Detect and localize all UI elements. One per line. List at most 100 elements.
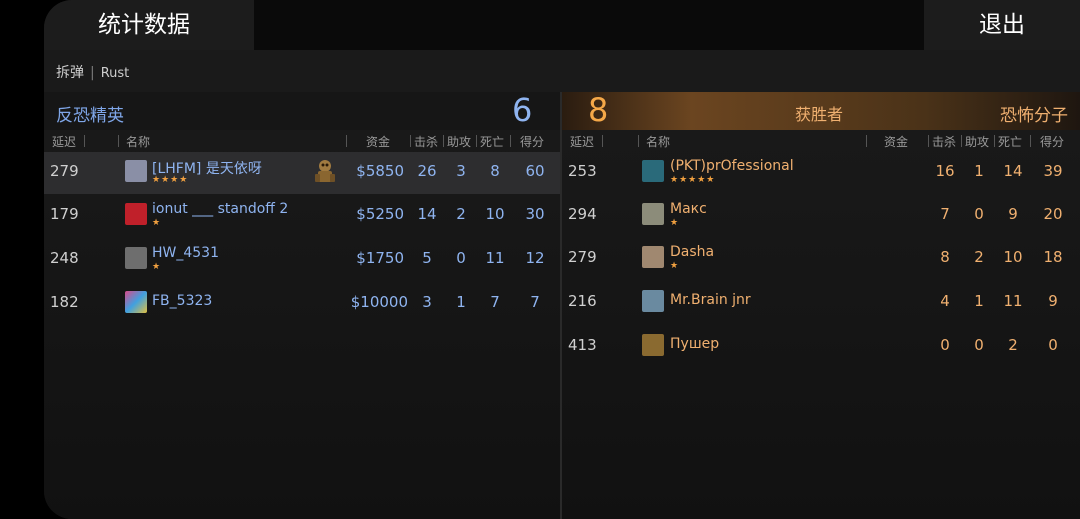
player-kills: 0 <box>940 336 950 354</box>
player-avatar <box>642 334 664 356</box>
player-score: 39 <box>1043 162 1063 180</box>
player-avatar <box>125 247 147 269</box>
player-score: 18 <box>1043 248 1063 266</box>
col-divider <box>510 135 511 147</box>
col-divider <box>638 135 639 147</box>
col-divider <box>84 135 85 147</box>
col-divider <box>602 135 603 147</box>
page-title: 统计数据 <box>44 0 254 50</box>
player-name: (PKT)prOfessional <box>670 158 794 174</box>
player-assists: 1 <box>974 292 984 310</box>
col-kills: 击杀 <box>932 135 957 149</box>
player-score: 20 <box>1043 205 1063 223</box>
player-ping: 216 <box>568 292 597 310</box>
col-divider <box>346 135 347 147</box>
t-player-row[interactable]: 279 Dasha ★ 8 2 10 18 <box>562 238 1080 280</box>
player-assists: 0 <box>974 205 984 223</box>
player-name: Макс <box>670 201 707 217</box>
player-money: $10000 <box>350 293 408 311</box>
col-assists: 助攻 <box>447 135 472 149</box>
player-avatar <box>642 160 664 182</box>
player-score: 30 <box>525 205 545 223</box>
player-deaths: 11 <box>485 249 505 267</box>
separator: | <box>90 65 95 81</box>
t-team-name: 恐怖分子 <box>1000 106 1068 126</box>
player-avatar <box>125 160 147 182</box>
player-kills: 3 <box>422 293 432 311</box>
col-divider <box>118 135 119 147</box>
player-deaths: 10 <box>485 205 505 223</box>
game-mode: 拆弹 <box>56 65 84 81</box>
player-assists: 2 <box>456 205 466 223</box>
col-score: 得分 <box>1040 135 1065 149</box>
ct-player-row[interactable]: 182 FB_5323 $10000 3 1 7 7 <box>44 283 560 325</box>
player-kills: 16 <box>935 162 955 180</box>
player-kills: 14 <box>417 205 437 223</box>
player-assists: 3 <box>456 162 466 180</box>
player-rank-stars: ★ <box>152 218 162 228</box>
t-team-panel: 8 获胜者 恐怖分子 延迟 名称 资金 击杀 助攻 死亡 得分 253 (PKT… <box>562 91 1080 519</box>
player-kills: 7 <box>940 205 950 223</box>
player-deaths: 9 <box>1008 205 1018 223</box>
player-avatar <box>642 290 664 312</box>
player-assists: 2 <box>974 248 984 266</box>
col-divider <box>443 135 444 147</box>
player-score: 0 <box>1048 336 1058 354</box>
t-player-row[interactable]: 253 (PKT)prOfessional ★★★★★ 16 1 14 39 <box>562 152 1080 194</box>
player-assists: 0 <box>974 336 984 354</box>
player-score: 60 <box>525 162 545 180</box>
player-rank-stars: ★ <box>670 218 680 228</box>
player-deaths: 2 <box>1008 336 1018 354</box>
t-player-row[interactable]: 294 Макс ★ 7 0 9 20 <box>562 195 1080 237</box>
col-ping: 延迟 <box>570 135 595 149</box>
player-score: 12 <box>525 249 545 267</box>
player-ping: 279 <box>50 162 79 180</box>
player-ping: 179 <box>50 205 79 223</box>
col-divider <box>994 135 995 147</box>
col-kills: 击杀 <box>414 135 439 149</box>
player-deaths: 11 <box>1003 292 1023 310</box>
col-assists: 助攻 <box>965 135 990 149</box>
col-name: 名称 <box>646 135 671 149</box>
scoreboard-window: 统计数据 退出 拆弹 | Rust 反恐精英 6 延迟 名称 资金 击杀 助攻 死亡… <box>44 0 1080 519</box>
ct-player-row[interactable]: 179 ionut ___ standoff 2 ★ $5250 14 2 10… <box>44 195 560 237</box>
player-money: $1750 <box>356 249 404 267</box>
col-score: 得分 <box>520 135 545 149</box>
col-money: 资金 <box>366 135 391 149</box>
exit-button[interactable]: 退出 <box>924 0 1080 50</box>
player-ping: 279 <box>568 248 597 266</box>
col-divider <box>476 135 477 147</box>
player-avatar <box>125 291 147 313</box>
col-divider <box>866 135 867 147</box>
player-name: FB_5323 <box>152 293 213 309</box>
ct-team-panel: 反恐精英 6 延迟 名称 资金 击杀 助攻 死亡 得分 279 [LHFM] 是… <box>44 91 560 519</box>
col-divider <box>928 135 929 147</box>
player-score: 9 <box>1048 292 1058 310</box>
map-name: Rust <box>100 66 130 81</box>
player-rank-stars: ★★★★ <box>152 175 189 185</box>
ct-team-header: 反恐精英 6 <box>44 91 560 130</box>
col-divider <box>1030 135 1031 147</box>
player-name: Dasha <box>670 244 715 260</box>
ct-column-header: 延迟 名称 资金 击杀 助攻 死亡 得分 <box>44 130 560 150</box>
player-deaths: 10 <box>1003 248 1023 266</box>
player-avatar <box>642 246 664 268</box>
player-assists: 1 <box>456 293 466 311</box>
player-kills: 8 <box>940 248 950 266</box>
player-deaths: 14 <box>1003 162 1023 180</box>
player-money: $5850 <box>356 162 404 180</box>
player-name: ionut ___ standoff 2 <box>152 201 289 217</box>
col-ping: 延迟 <box>52 135 77 149</box>
ct-player-row[interactable]: 279 [LHFM] 是天依呀 ★★★★ $5850 26 3 8 60 <box>44 152 560 194</box>
match-info: 拆弹 | Rust <box>56 62 129 82</box>
player-kills: 4 <box>940 292 950 310</box>
t-player-row[interactable]: 413 Пушер 0 0 2 0 <box>562 326 1080 368</box>
player-avatar <box>642 203 664 225</box>
player-rank-stars: ★ <box>152 262 162 272</box>
t-player-row[interactable]: 216 Mr.Brain jnr 4 1 11 9 <box>562 282 1080 324</box>
player-name: HW_4531 <box>152 245 219 261</box>
ct-team-name: 反恐精英 <box>56 106 124 126</box>
winner-label: 获胜者 <box>795 105 844 124</box>
ct-player-row[interactable]: 248 HW_4531 ★ $1750 5 0 11 12 <box>44 239 560 281</box>
t-team-score: 8 <box>588 91 609 129</box>
